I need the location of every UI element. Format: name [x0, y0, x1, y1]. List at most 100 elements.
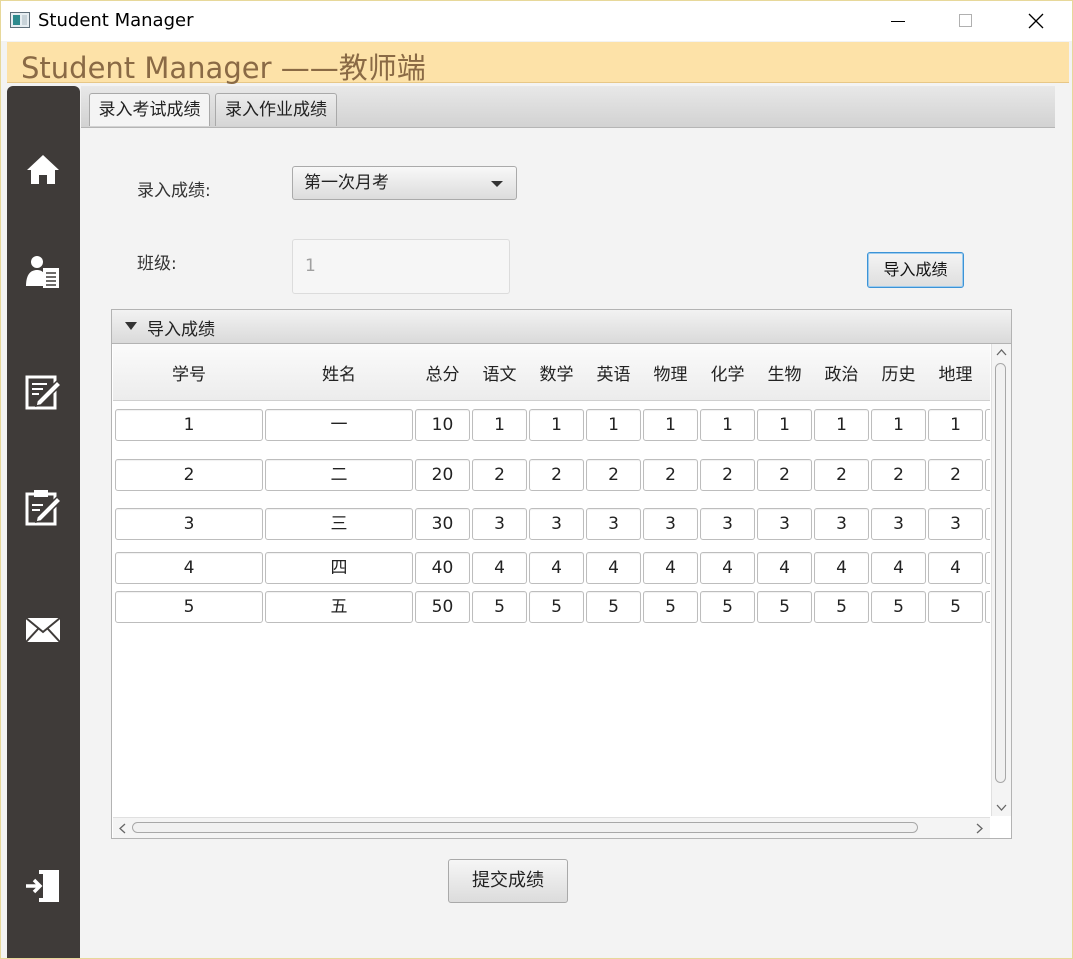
sidebar-item-edit[interactable] — [23, 372, 63, 412]
table-cell-overflow — [985, 409, 990, 441]
title-bar[interactable]: Student Manager — [1, 1, 1072, 41]
table-cell-学号[interactable]: 5 — [115, 591, 263, 623]
table-cell-语文[interactable]: 4 — [472, 552, 527, 584]
table-cell-历史[interactable]: 5 — [871, 591, 926, 623]
column-header[interactable]: 总分 — [415, 360, 470, 385]
table-cell-地理[interactable]: 2 — [928, 459, 983, 491]
import-scores-button[interactable]: 导入成绩 — [867, 252, 964, 288]
scroll-down-icon[interactable] — [996, 804, 1007, 812]
column-header[interactable]: 政治 — [814, 360, 869, 385]
vertical-scrollbar[interactable] — [991, 344, 1011, 816]
table-cell-历史[interactable]: 1 — [871, 409, 926, 441]
table-cell-物理[interactable]: 2 — [643, 459, 698, 491]
tab-exam-scores[interactable]: 录入考试成绩 — [89, 93, 210, 126]
table-cell-英语[interactable]: 2 — [586, 459, 641, 491]
table-cell-化学[interactable]: 2 — [700, 459, 755, 491]
table-cell-英语[interactable]: 4 — [586, 552, 641, 584]
horizontal-scrollbar[interactable] — [113, 817, 990, 838]
table-cell-生物[interactable]: 1 — [757, 409, 812, 441]
table-cell-姓名[interactable]: 一 — [265, 409, 413, 441]
table-cell-姓名[interactable]: 五 — [265, 591, 413, 623]
table-cell-生物[interactable]: 2 — [757, 459, 812, 491]
table-cell-总分[interactable]: 30 — [415, 508, 470, 540]
table-cell-化学[interactable]: 1 — [700, 409, 755, 441]
table-cell-政治[interactable]: 3 — [814, 508, 869, 540]
table-cell-地理[interactable]: 4 — [928, 552, 983, 584]
column-header[interactable]: 语文 — [472, 360, 527, 385]
close-button[interactable] — [1013, 1, 1059, 41]
maximize-button[interactable] — [943, 1, 989, 41]
table-cell-学号[interactable]: 3 — [115, 508, 263, 540]
column-header[interactable]: 化学 — [700, 360, 755, 385]
table-cell-物理[interactable]: 4 — [643, 552, 698, 584]
tab-homework-scores[interactable]: 录入作业成绩 — [215, 93, 337, 126]
table-cell-化学[interactable]: 4 — [700, 552, 755, 584]
scroll-left-icon[interactable] — [118, 823, 126, 834]
table-cell-英语[interactable]: 1 — [586, 409, 641, 441]
table-cell-姓名[interactable]: 二 — [265, 459, 413, 491]
table-cell-地理[interactable]: 1 — [928, 409, 983, 441]
table-cell-数学[interactable]: 3 — [529, 508, 584, 540]
table-cell-政治[interactable]: 1 — [814, 409, 869, 441]
table-cell-数学[interactable]: 1 — [529, 409, 584, 441]
table-cell-历史[interactable]: 4 — [871, 552, 926, 584]
table-cell-生物[interactable]: 3 — [757, 508, 812, 540]
table-cell-语文[interactable]: 3 — [472, 508, 527, 540]
table-cell-学号[interactable]: 2 — [115, 459, 263, 491]
sidebar-item-messages[interactable] — [23, 610, 63, 650]
table-cell-生物[interactable]: 4 — [757, 552, 812, 584]
vertical-scroll-thumb[interactable] — [995, 363, 1006, 783]
column-header[interactable]: 物理 — [643, 360, 698, 385]
table-cell-物理[interactable]: 5 — [643, 591, 698, 623]
column-header[interactable]: 地理 — [928, 360, 983, 385]
table-cell-化学[interactable]: 5 — [700, 591, 755, 623]
table-cell-英语[interactable]: 5 — [586, 591, 641, 623]
column-header[interactable]: 数学 — [529, 360, 584, 385]
column-header[interactable]: 学号 — [115, 360, 263, 385]
table-cell-总分[interactable]: 20 — [415, 459, 470, 491]
table-cell-语文[interactable]: 2 — [472, 459, 527, 491]
table-cell-物理[interactable]: 1 — [643, 409, 698, 441]
scroll-right-icon[interactable] — [976, 823, 984, 834]
sidebar-item-students[interactable] — [23, 252, 63, 292]
class-label: 班级: — [137, 254, 177, 274]
table-cell-生物[interactable]: 5 — [757, 591, 812, 623]
table-cell-政治[interactable]: 2 — [814, 459, 869, 491]
table-cell-历史[interactable]: 2 — [871, 459, 926, 491]
table-cell-总分[interactable]: 40 — [415, 552, 470, 584]
table-cell-政治[interactable]: 5 — [814, 591, 869, 623]
table-cell-语文[interactable]: 5 — [472, 591, 527, 623]
scroll-up-icon[interactable] — [996, 348, 1007, 356]
table-cell-化学[interactable]: 3 — [700, 508, 755, 540]
table-cell-数学[interactable]: 5 — [529, 591, 584, 623]
table-cell-英语[interactable]: 3 — [586, 508, 641, 540]
table-cell-数学[interactable]: 4 — [529, 552, 584, 584]
table-cell-物理[interactable]: 3 — [643, 508, 698, 540]
table-cell-政治[interactable]: 4 — [814, 552, 869, 584]
pane-header[interactable]: 导入成绩 — [112, 310, 1011, 344]
table-cell-姓名[interactable]: 四 — [265, 552, 413, 584]
exam-select[interactable]: 第一次月考 — [292, 166, 517, 200]
sidebar-item-homework[interactable] — [23, 487, 63, 527]
edit-document-icon — [25, 375, 63, 410]
sidebar-item-home[interactable] — [23, 150, 63, 190]
class-input[interactable]: 1 — [292, 239, 510, 294]
minimize-button[interactable] — [875, 1, 921, 41]
table-cell-姓名[interactable]: 三 — [265, 508, 413, 540]
sidebar-item-logout[interactable] — [23, 866, 63, 906]
submit-scores-button[interactable]: 提交成绩 — [448, 859, 568, 903]
table-cell-地理[interactable]: 3 — [928, 508, 983, 540]
table-cell-学号[interactable]: 1 — [115, 409, 263, 441]
column-header[interactable]: 英语 — [586, 360, 641, 385]
table-cell-总分[interactable]: 10 — [415, 409, 470, 441]
table-cell-总分[interactable]: 50 — [415, 591, 470, 623]
column-header[interactable]: 历史 — [871, 360, 926, 385]
column-header[interactable]: 生物 — [757, 360, 812, 385]
table-cell-学号[interactable]: 4 — [115, 552, 263, 584]
table-cell-地理[interactable]: 5 — [928, 591, 983, 623]
table-cell-语文[interactable]: 1 — [472, 409, 527, 441]
table-cell-历史[interactable]: 3 — [871, 508, 926, 540]
table-cell-数学[interactable]: 2 — [529, 459, 584, 491]
horizontal-scroll-thumb[interactable] — [132, 822, 918, 833]
column-header[interactable]: 姓名 — [265, 360, 413, 385]
